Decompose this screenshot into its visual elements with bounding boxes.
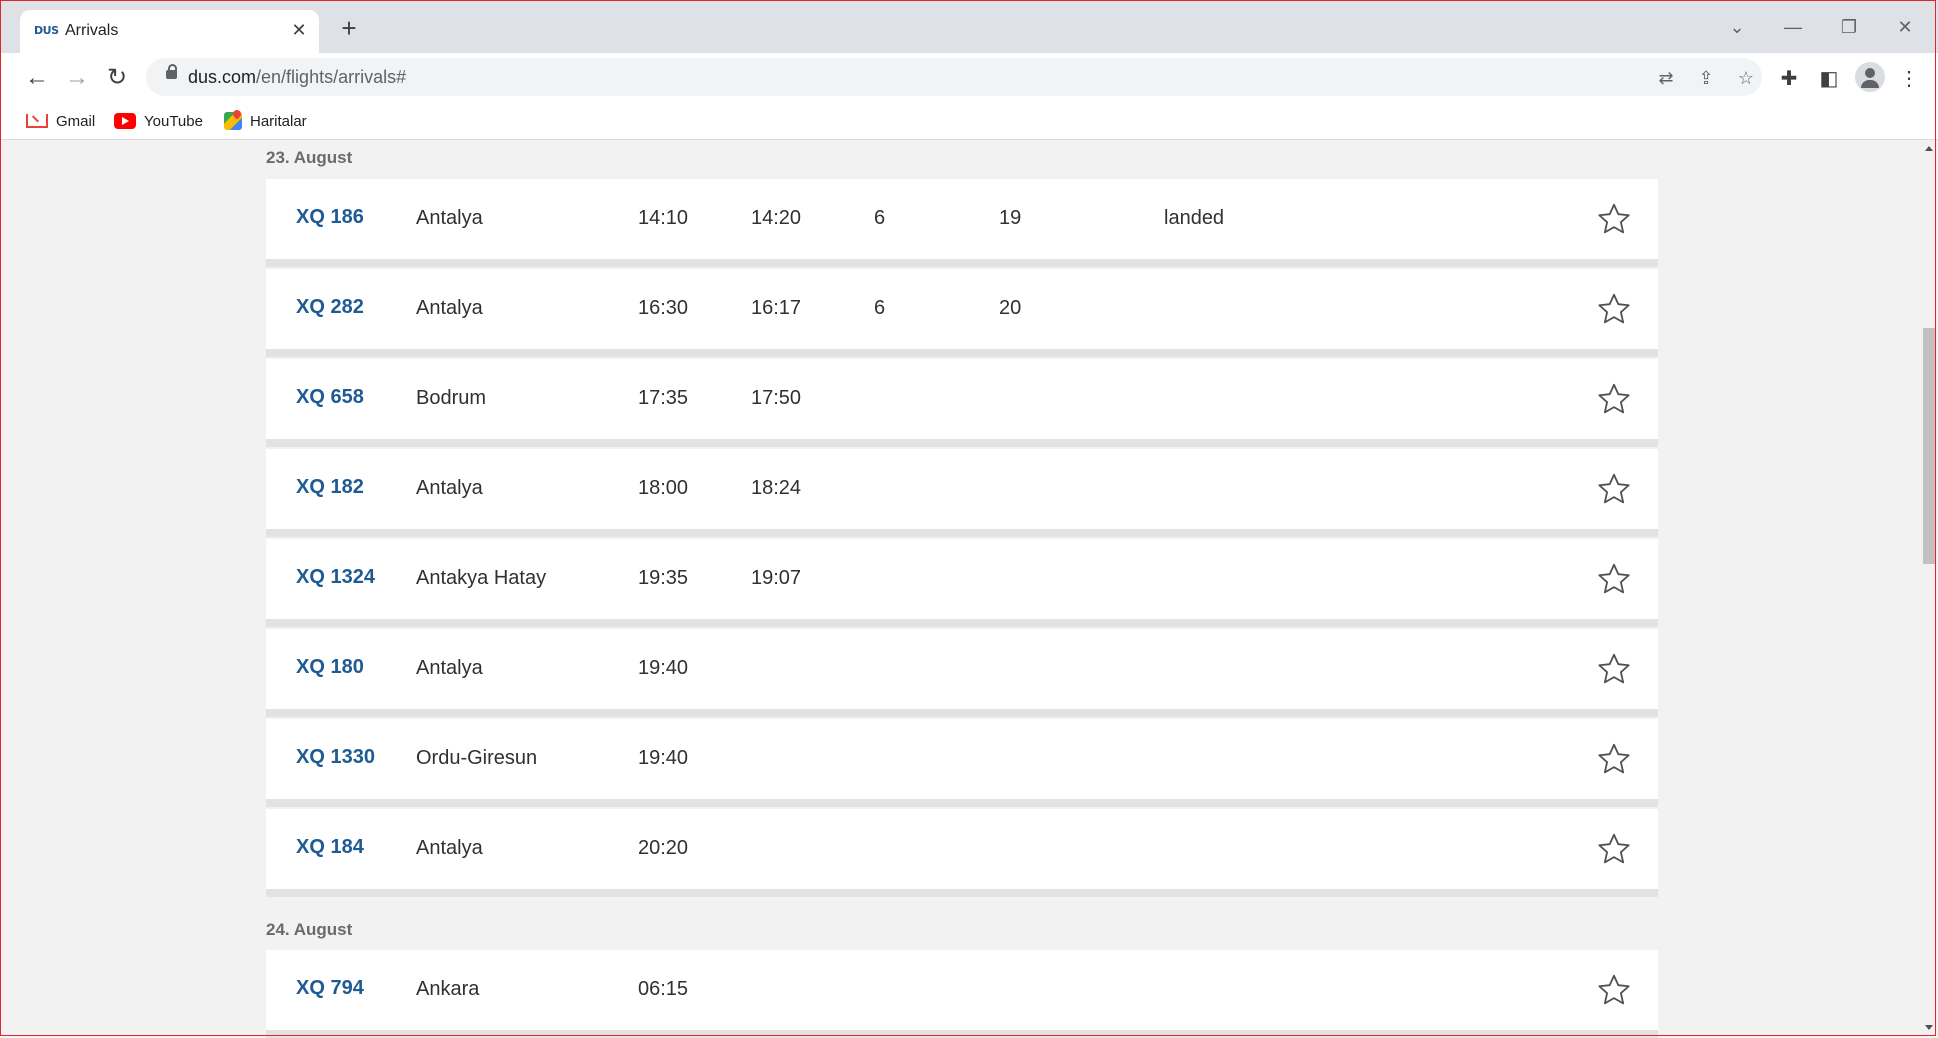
flight-row[interactable]: XQ 184 Antalya 20:20 xyxy=(266,809,1658,897)
origin: Antakya Hatay xyxy=(416,567,547,589)
bookmarks-bar: Gmail YouTube Haritalar xyxy=(0,103,1938,140)
gmail-icon xyxy=(26,114,48,128)
favorite-star-icon[interactable] xyxy=(1596,831,1632,867)
terminal: 6 xyxy=(874,207,886,229)
scheduled-time: 17:35 xyxy=(638,387,689,409)
arrivals-list: 23. August XQ 186 Antalya 14:10 14:20 6 … xyxy=(0,140,1921,1038)
scheduled-time: 19:40 xyxy=(638,657,689,679)
flight-row[interactable]: XQ 658 Bodrum 17:35 17:50 xyxy=(266,359,1658,447)
browser-toolbar: ← → ↻ dus.com/en/flights/arrivals# ⇄ ⇪ ☆… xyxy=(0,53,1938,103)
youtube-icon xyxy=(114,113,136,129)
flight-number-link[interactable]: XQ 1324 xyxy=(296,566,375,589)
expected-time: 19:07 xyxy=(751,567,802,589)
scheduled-time: 18:00 xyxy=(638,477,689,499)
bookmark-youtube[interactable]: YouTube xyxy=(114,109,203,133)
forward-arrow-icon[interactable]: → xyxy=(62,63,92,93)
flight-row[interactable]: XQ 794 Ankara 06:15 xyxy=(266,950,1658,1038)
flight-number-link[interactable]: XQ 658 xyxy=(296,386,364,409)
flight-row[interactable]: XQ 282 Antalya 16:30 16:17 6 20 xyxy=(266,269,1658,357)
origin: Bodrum xyxy=(416,387,487,409)
scheduled-time: 19:35 xyxy=(638,567,689,589)
bookmark-label: YouTube xyxy=(144,112,203,130)
url-text[interactable]: dus.com/en/flights/arrivals# xyxy=(188,67,406,88)
translate-icon[interactable]: ⇄ xyxy=(1654,66,1678,90)
lock-icon[interactable] xyxy=(166,64,177,79)
scheduled-time: 20:20 xyxy=(638,837,689,859)
flight-row[interactable]: XQ 180 Antalya 19:40 xyxy=(266,629,1658,717)
scrollbar-thumb[interactable] xyxy=(1923,328,1936,564)
expected-time: 14:20 xyxy=(751,207,802,229)
restore-button[interactable]: ❐ xyxy=(1834,12,1864,42)
flight-number-link[interactable]: XQ 282 xyxy=(296,296,364,319)
origin: Ankara xyxy=(416,978,480,1000)
scheduled-time: 19:40 xyxy=(638,747,689,769)
extensions-icon[interactable]: ✚ xyxy=(1776,66,1802,92)
terminal: 6 xyxy=(874,297,886,319)
origin: Antalya xyxy=(416,837,483,859)
menu-kebab-icon[interactable]: ⋮ xyxy=(1896,66,1922,92)
origin: Antalya xyxy=(416,207,483,229)
tab-strip: DUS Arrivals ✕ + ⌄ — ❐ ✕ xyxy=(0,0,1938,53)
tab-search-icon[interactable]: ⌄ xyxy=(1722,12,1752,42)
bookmark-label: Gmail xyxy=(56,112,96,130)
close-icon[interactable]: ✕ xyxy=(288,19,310,41)
expected-time: 16:17 xyxy=(751,297,802,319)
flight-status: landed xyxy=(1164,207,1225,229)
profile-avatar[interactable] xyxy=(1855,62,1885,92)
scheduled-time: 14:10 xyxy=(638,207,689,229)
date-heading: 24. August xyxy=(266,920,353,939)
favorite-star-icon[interactable] xyxy=(1596,381,1632,417)
date-heading: 23. August xyxy=(266,148,353,167)
scheduled-time: 16:30 xyxy=(638,297,689,319)
dus-favicon-icon: DUS xyxy=(34,24,59,37)
origin: Antalya xyxy=(416,477,483,499)
expected-time: 17:50 xyxy=(751,387,802,409)
flight-number-link[interactable]: XQ 180 xyxy=(296,656,364,679)
flight-row[interactable]: XQ 1324 Antakya Hatay 19:35 19:07 xyxy=(266,539,1658,627)
scroll-up-arrow-icon[interactable] xyxy=(1925,146,1933,151)
maps-icon xyxy=(224,112,242,130)
bookmark-maps[interactable]: Haritalar xyxy=(224,109,307,133)
favorite-star-icon[interactable] xyxy=(1596,291,1632,327)
gate: 20 xyxy=(999,297,1022,319)
flight-row[interactable]: XQ 182 Antalya 18:00 18:24 xyxy=(266,449,1658,537)
expected-time: 18:24 xyxy=(751,477,802,499)
tab-title: Arrivals xyxy=(65,22,119,39)
address-bar[interactable]: dus.com/en/flights/arrivals# ⇄ ⇪ ☆ xyxy=(146,58,1762,96)
flight-row[interactable]: XQ 186 Antalya 14:10 14:20 6 19 landed xyxy=(266,179,1658,267)
reload-icon[interactable]: ↻ xyxy=(102,63,132,93)
scheduled-time: 06:15 xyxy=(638,978,689,1000)
origin: Antalya xyxy=(416,297,483,319)
flight-number-link[interactable]: XQ 186 xyxy=(296,206,364,229)
favorite-star-icon[interactable] xyxy=(1596,972,1632,1008)
bookmark-star-icon[interactable]: ☆ xyxy=(1734,66,1758,90)
favorite-star-icon[interactable] xyxy=(1596,471,1632,507)
flight-number-link[interactable]: XQ 182 xyxy=(296,476,364,499)
back-arrow-icon[interactable]: ← xyxy=(22,63,52,93)
favorite-star-icon[interactable] xyxy=(1596,741,1632,777)
flight-number-link[interactable]: XQ 184 xyxy=(296,836,364,859)
favorite-star-icon[interactable] xyxy=(1596,651,1632,687)
favorite-star-icon[interactable] xyxy=(1596,201,1632,237)
bookmark-label: Haritalar xyxy=(250,112,307,130)
minimize-button[interactable]: — xyxy=(1778,12,1808,42)
gate: 19 xyxy=(999,207,1022,229)
side-panel-icon[interactable]: ◧ xyxy=(1816,66,1842,92)
page-scrollbar[interactable] xyxy=(1921,140,1938,1038)
tab-arrivals[interactable]: DUS Arrivals ✕ xyxy=(20,10,319,53)
flight-number-link[interactable]: XQ 794 xyxy=(296,977,364,1000)
scroll-down-arrow-icon[interactable] xyxy=(1925,1025,1933,1030)
bookmark-gmail[interactable]: Gmail xyxy=(26,109,95,133)
share-icon[interactable]: ⇪ xyxy=(1694,66,1718,90)
favorite-star-icon[interactable] xyxy=(1596,561,1632,597)
new-tab-button[interactable]: + xyxy=(335,15,363,43)
origin: Antalya xyxy=(416,657,483,679)
close-window-button[interactable]: ✕ xyxy=(1890,12,1920,42)
origin: Ordu-Giresun xyxy=(416,747,538,769)
flight-row[interactable]: XQ 1330 Ordu-Giresun 19:40 xyxy=(266,719,1658,807)
flight-number-link[interactable]: XQ 1330 xyxy=(296,746,375,769)
